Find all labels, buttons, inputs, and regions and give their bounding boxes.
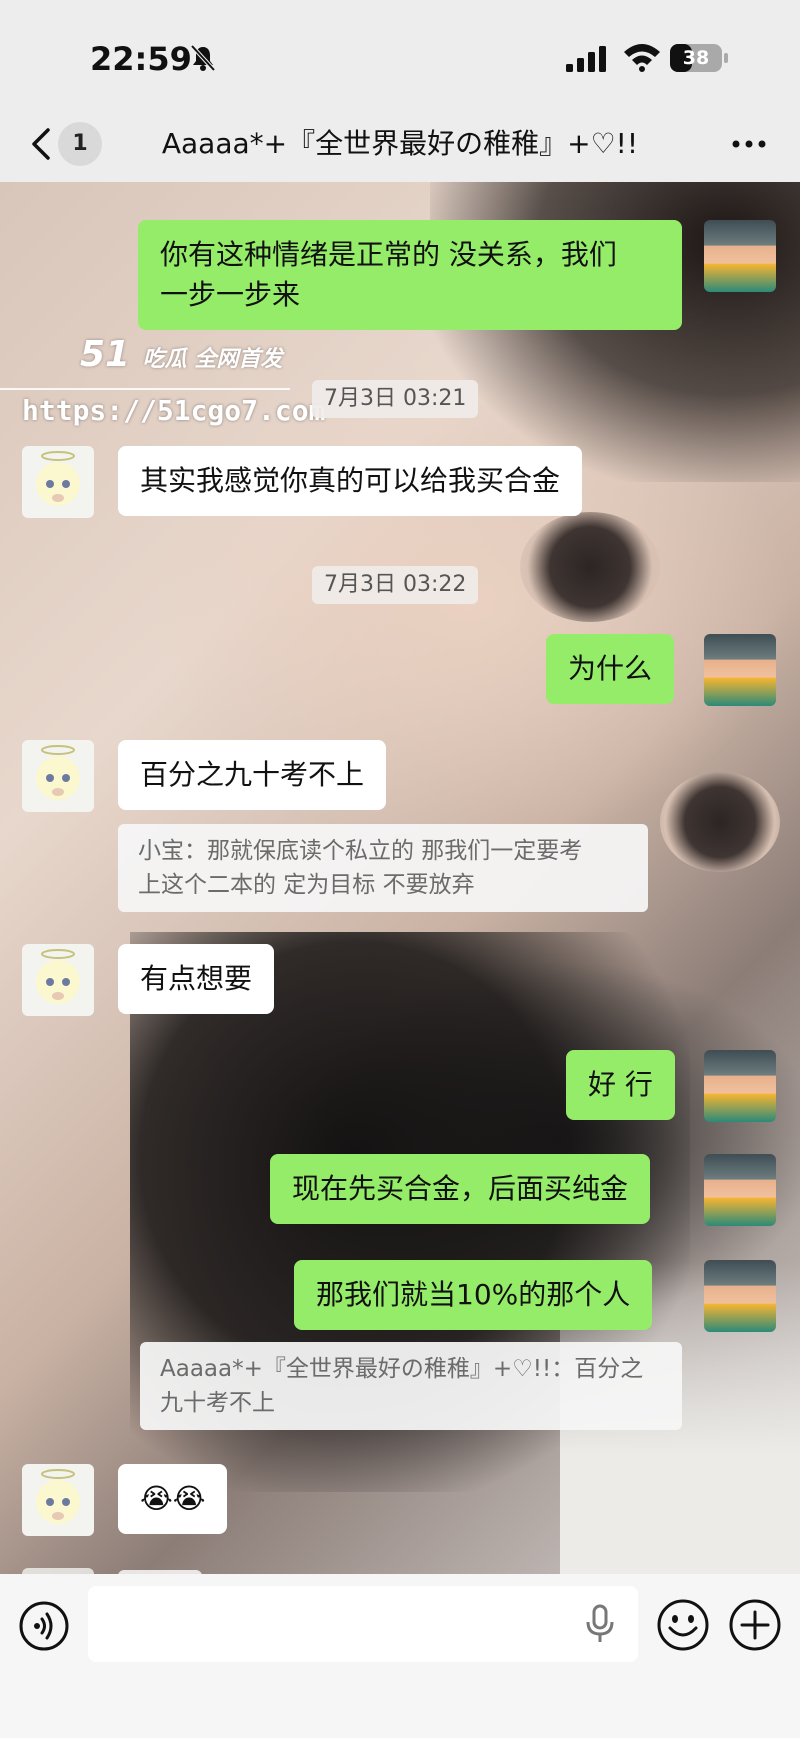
- back-chevron-icon[interactable]: [22, 122, 62, 166]
- status-time: 22:59: [90, 40, 192, 78]
- my-avatar[interactable]: [704, 634, 776, 706]
- quote-text: 九十考不上: [160, 1390, 275, 1416]
- message-bubble-incoming[interactable]: 有点想要: [118, 944, 275, 1014]
- angel-avatar-icon: [36, 745, 80, 800]
- angel-avatar-icon: [36, 1469, 80, 1524]
- quoted-message[interactable]: 小宝：那就保底读个私立的 那我们一定要考 上这个二本的 定为目标 不要放弃: [118, 824, 648, 912]
- message-bubble-incoming[interactable]: 😭😭: [118, 1464, 228, 1534]
- my-avatar[interactable]: [704, 1050, 776, 1122]
- battery-level: 38: [682, 47, 710, 69]
- contact-avatar[interactable]: [22, 1464, 94, 1536]
- watermark-url: https://51cgo7.com: [22, 394, 326, 427]
- message-timestamp: 7月3日 03:21: [312, 380, 479, 418]
- emoji-icon[interactable]: [656, 1598, 710, 1652]
- contact-avatar[interactable]: [22, 740, 94, 812]
- voice-icon[interactable]: [18, 1600, 70, 1652]
- quoted-message[interactable]: Aaaaa*+『全世界最好の稚稚』+♡!!：百分之 九十考不上: [140, 1342, 682, 1430]
- watermark-logo: 51 吃瓜 全网首发: [80, 334, 283, 375]
- chat-title: Aaaaa*+『全世界最好の稚稚』+♡!!: [161, 127, 639, 160]
- background-photo-eye: [660, 772, 780, 872]
- angel-avatar-icon: [36, 949, 80, 1004]
- input-bar: [0, 1574, 800, 1738]
- message-bubble-incoming[interactable]: 其实我感觉你真的可以给我买合金: [118, 446, 583, 516]
- message-bubble-outgoing[interactable]: 现在先买合金，后面买纯金: [270, 1154, 651, 1224]
- message-input[interactable]: [88, 1586, 638, 1662]
- top-bar: 22:59 38 1 Aaaaa*+『全世界最好の稚稚』+♡!!: [0, 0, 800, 182]
- message-bubble-outgoing[interactable]: 你有这种情绪是正常的 没关系，我们 一步一步来: [138, 220, 682, 330]
- signal-icon: [566, 46, 606, 72]
- unread-count-badge[interactable]: 1: [58, 122, 102, 166]
- message-bubble-outgoing[interactable]: 为什么: [546, 634, 675, 704]
- my-avatar[interactable]: [704, 1154, 776, 1226]
- mic-icon[interactable]: [584, 1604, 616, 1644]
- message-bubble-outgoing[interactable]: 那我们就当10%的那个人: [294, 1260, 653, 1330]
- background-photo-eye: [520, 512, 660, 622]
- quote-text: 上这个二本的 定为目标 不要放弃: [138, 872, 475, 898]
- watermark-divider: [0, 388, 290, 390]
- message-bubble-incoming[interactable]: 百分之九十考不上: [118, 740, 387, 810]
- wechat-chat-screen: 51 吃瓜 全网首发 https://51cgo7.com 你有这种情绪是正常的…: [0, 0, 800, 1738]
- message-bubble-outgoing[interactable]: 好 行: [566, 1050, 675, 1120]
- contact-avatar[interactable]: [22, 446, 94, 518]
- plus-icon[interactable]: [728, 1598, 782, 1652]
- my-avatar[interactable]: [704, 1260, 776, 1332]
- quote-text: 小宝：那就保底读个私立的 那我们一定要考: [138, 838, 583, 864]
- message-timestamp: 7月3日 03:22: [312, 566, 479, 604]
- message-text: 你有这种情绪是正常的 没关系，我们: [160, 238, 617, 271]
- bell-mute-icon: [190, 44, 216, 72]
- wifi-icon: [624, 44, 660, 72]
- message-text: 一步一步来: [160, 278, 301, 311]
- angel-avatar-icon: [36, 451, 80, 506]
- contact-avatar[interactable]: [22, 944, 94, 1016]
- chat-message-area[interactable]: 51 吃瓜 全网首发 https://51cgo7.com 你有这种情绪是正常的…: [0, 182, 800, 1574]
- more-icon[interactable]: [726, 124, 772, 164]
- my-avatar[interactable]: [704, 220, 776, 292]
- quote-text: Aaaaa*+『全世界最好の稚稚』+♡!!：百分之: [160, 1356, 644, 1382]
